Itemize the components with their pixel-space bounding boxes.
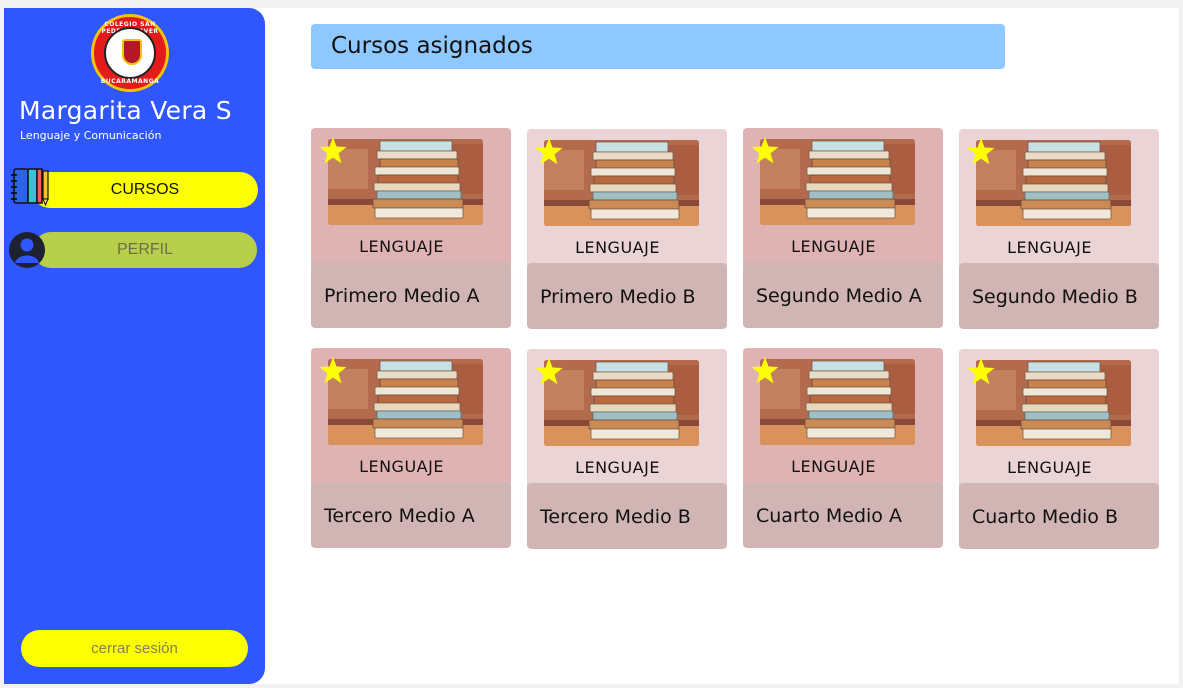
logo-bottom-text: BUCARAMANGA — [100, 78, 160, 85]
card-subject: LENGUAJE — [359, 457, 444, 476]
user-icon[interactable] — [8, 231, 46, 269]
card-subject: LENGUAJE — [791, 457, 876, 476]
course-card[interactable]: LENGUAJE Cuarto Medio B — [959, 349, 1159, 549]
shield-icon — [122, 39, 142, 65]
card-subject: LENGUAJE — [1007, 238, 1092, 257]
course-card[interactable]: LENGUAJE Tercero Medio A — [311, 348, 511, 548]
star-icon[interactable] — [318, 136, 348, 166]
books-image — [760, 359, 915, 445]
star-icon[interactable] — [966, 137, 996, 167]
nav-perfil-button[interactable]: PERFIL — [33, 232, 257, 268]
card-subject: LENGUAJE — [359, 237, 444, 256]
star-icon[interactable] — [534, 357, 564, 387]
course-card[interactable]: LENGUAJE Primero Medio B — [527, 129, 727, 329]
card-subject: LENGUAJE — [791, 237, 876, 256]
card-course-name: Cuarto Medio A — [756, 505, 902, 527]
card-course-name: Cuarto Medio B — [972, 506, 1118, 528]
course-card[interactable]: LENGUAJE Segundo Medio B — [959, 129, 1159, 329]
logout-button[interactable]: cerrar sesión — [21, 630, 248, 667]
card-subject: LENGUAJE — [575, 458, 660, 477]
star-icon[interactable] — [966, 357, 996, 387]
star-icon[interactable] — [318, 356, 348, 386]
page-title: Cursos asignados — [331, 33, 533, 59]
course-card[interactable]: LENGUAJE Tercero Medio B — [527, 349, 727, 549]
books-image — [328, 359, 483, 445]
books-image — [976, 140, 1131, 226]
nav-cursos-button[interactable]: CURSOS — [32, 172, 258, 208]
page-title-bar: Cursos asignados — [311, 24, 1005, 69]
notebook-pencil-icon[interactable] — [8, 166, 50, 208]
user-subject: Lenguaje y Comunicación — [20, 129, 162, 142]
course-card[interactable]: LENGUAJE Segundo Medio A — [743, 128, 943, 328]
star-icon[interactable] — [750, 356, 780, 386]
card-course-name: Primero Medio A — [324, 285, 480, 307]
books-image — [328, 139, 483, 225]
course-card[interactable]: LENGUAJE Cuarto Medio A — [743, 348, 943, 548]
school-logo: COLEGIO SAN PEDRO CLAVER BUCARAMANGA — [91, 14, 169, 92]
card-course-name: Segundo Medio A — [756, 285, 922, 307]
course-card[interactable]: LENGUAJE Primero Medio A — [311, 128, 511, 328]
card-course-name: Tercero Medio A — [324, 505, 475, 527]
books-image — [760, 139, 915, 225]
books-image — [544, 140, 699, 226]
card-course-name: Primero Medio B — [540, 286, 696, 308]
user-name: Margarita Vera S — [19, 96, 232, 125]
logo-crest — [104, 27, 156, 79]
card-course-name: Segundo Medio B — [972, 286, 1138, 308]
star-icon[interactable] — [534, 137, 564, 167]
card-course-name: Tercero Medio B — [540, 506, 691, 528]
card-subject: LENGUAJE — [1007, 458, 1092, 477]
card-subject: LENGUAJE — [575, 238, 660, 257]
books-image — [976, 360, 1131, 446]
books-image — [544, 360, 699, 446]
star-icon[interactable] — [750, 136, 780, 166]
